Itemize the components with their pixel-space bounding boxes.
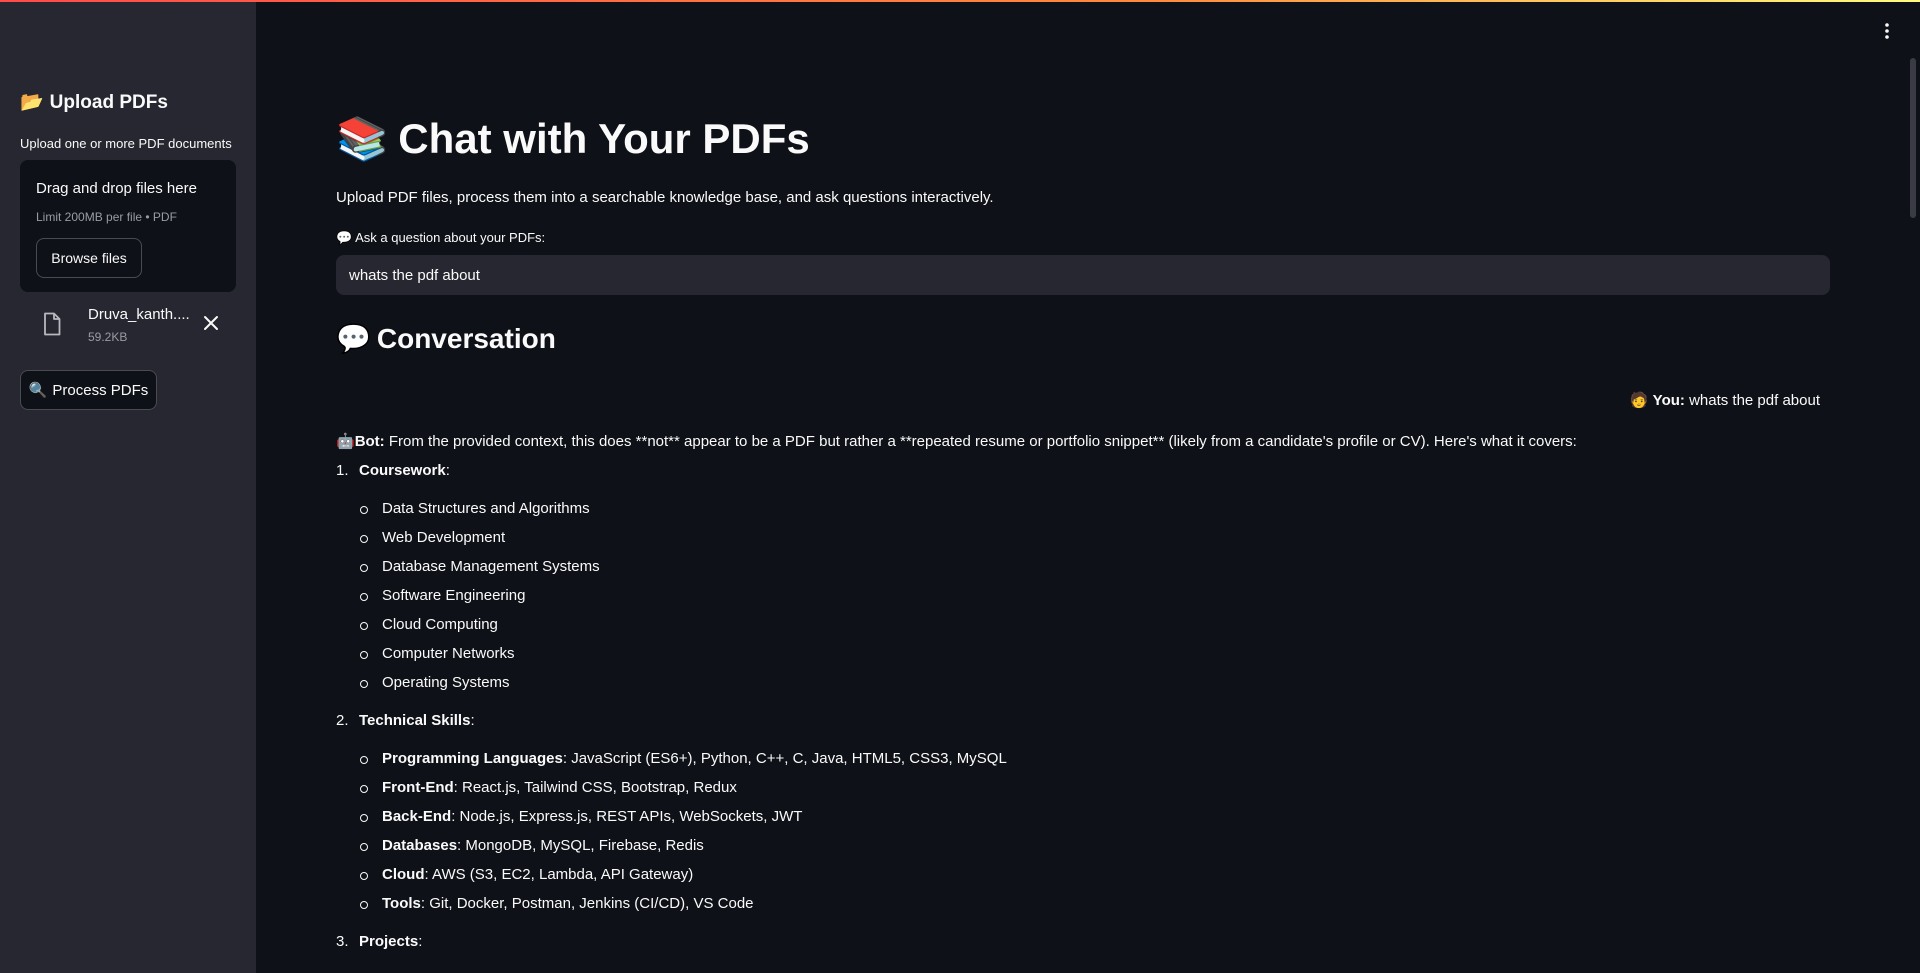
sidebar: 📂 Upload PDFs Upload one or more PDF docu… (0, 0, 256, 973)
magnifier-icon: 🔍 (28, 382, 48, 399)
bullet-text: : JavaScript (ES6+), Python, C++, C, Jav… (562, 750, 1007, 767)
question-input[interactable] (336, 255, 1830, 295)
bullet-text: Web Development (382, 529, 506, 546)
bot-label: Bot: (354, 433, 385, 450)
bullet-text: : React.js, Tailwind CSS, Bootstrap, Red… (453, 779, 737, 796)
bullet-item: Computer Networks (336, 644, 1830, 673)
main-menu-icon[interactable] (1880, 20, 1894, 42)
bot-intro: 🤖Bot: From the provided context, this do… (336, 432, 1830, 452)
close-icon[interactable] (200, 312, 222, 334)
bot-sections: 1. Coursework: Data Structures and Algorit… (336, 461, 1830, 973)
conversation-title: 💬 Conversation (336, 322, 556, 355)
bullet-item: Back-End: Node.js, Express.js, REST APIs… (336, 807, 1830, 836)
list-number: 1. (336, 462, 349, 479)
section-title: Coursework (359, 462, 446, 479)
process-pdfs-button[interactable]: 🔍 Process PDFs (20, 370, 157, 410)
section-title: Technical Skills (359, 712, 471, 729)
books-icon: 📚 (336, 115, 389, 162)
bullet-item: Databases: MongoDB, MySQL, Firebase, Red… (336, 836, 1830, 865)
bullet-label: Front-End (382, 779, 454, 796)
sidebar-title: 📂 Upload PDFs (20, 90, 168, 114)
bullet-text: : Git, Docker, Postman, Jenkins (CI/CD),… (420, 895, 754, 912)
uploaded-file-item: Druva_kanth.... 59.2KB (20, 300, 236, 348)
bullet-label: Tools (382, 895, 421, 912)
bot-message: 🤖Bot: From the provided context, this do… (336, 432, 1830, 973)
top-decoration-bar (0, 0, 1920, 2)
bullet-item: Web Development (336, 528, 1830, 557)
bullet-label: Databases (382, 837, 458, 854)
person-icon: 🧑 (1629, 392, 1649, 409)
file-dropzone[interactable]: Drag and drop files here Limit 200MB per… (20, 160, 236, 292)
user-message: 🧑 You: whats the pdf about (1630, 391, 1820, 409)
dropzone-limit: Limit 200MB per file • PDF (36, 210, 177, 224)
bullet-item: Programming Languages: JavaScript (ES6+)… (336, 749, 1830, 778)
process-pdfs-label: Process PDFs (52, 381, 149, 399)
bullet-text: : Node.js, Express.js, REST APIs, WebSoc… (451, 808, 803, 825)
file-name: Druva_kanth.... (88, 306, 190, 323)
list-number: 2. (336, 712, 349, 729)
bullet-item: Operating Systems (336, 673, 1830, 702)
bullet-text: Data Structures and Algorithms (382, 500, 590, 517)
bullet-text: : AWS (S3, EC2, Lambda, API Gateway) (424, 866, 694, 883)
speech-bubble-icon: 💬 (336, 323, 371, 354)
bullet-list: Data Structures and Algorithms Web Develo… (336, 499, 1830, 702)
bullet-text: Software Engineering (382, 587, 526, 604)
list-number: 3. (336, 933, 349, 950)
sidebar-title-text: Upload PDFs (49, 92, 168, 113)
page-title: 📚 Chat with Your PDFs (336, 115, 810, 164)
robot-icon: 🤖 (336, 433, 355, 450)
list-item: 2. Technical Skills: (336, 712, 475, 729)
list-item: 1. Coursework: (336, 462, 450, 479)
bot-intro-text: From the provided context, this does **n… (388, 433, 1577, 450)
bullet-text: Database Management Systems (382, 558, 600, 575)
bullet-item: Cloud: AWS (S3, EC2, Lambda, API Gateway… (336, 865, 1830, 894)
bullet-list: Programming Languages: JavaScript (ES6+)… (336, 749, 1830, 923)
user-message-text: whats the pdf about (1689, 392, 1820, 409)
bullet-text: : MongoDB, MySQL, Firebase, Redis (457, 837, 704, 854)
bullet-label: Back-End (382, 808, 452, 825)
page-title-text: Chat with Your PDFs (398, 115, 810, 162)
question-label-text: Ask a question about your PDFs: (355, 230, 546, 245)
folder-icon: 📂 (20, 92, 44, 113)
bullet-item: Database Management Systems (336, 557, 1830, 586)
bullet-item: Data Structures and Algorithms (336, 499, 1830, 528)
bullet-label: Cloud (382, 866, 425, 883)
user-label: You: (1652, 392, 1685, 409)
dropzone-title: Drag and drop files here (36, 180, 197, 197)
browse-files-button[interactable]: Browse files (36, 238, 142, 278)
speech-bubble-icon: 💬 (336, 230, 353, 245)
list-item: 3. Projects: (336, 933, 423, 950)
bullet-label: Programming Languages (382, 750, 563, 767)
bullet-item: Software Engineering (336, 586, 1830, 615)
page-subtitle: Upload PDF files, process them into a se… (336, 189, 994, 206)
question-label: 💬 Ask a question about your PDFs: (336, 230, 545, 246)
file-size: 59.2KB (88, 330, 128, 344)
scrollbar[interactable] (1910, 58, 1916, 218)
bullet-item: Front-End: React.js, Tailwind CSS, Boots… (336, 778, 1830, 807)
bullet-text: Cloud Computing (382, 616, 498, 633)
bullet-item: Cloud Computing (336, 615, 1830, 644)
file-icon (44, 312, 61, 336)
conversation-title-text: Conversation (376, 323, 556, 354)
section-title: Projects (359, 933, 419, 950)
bullet-item: Tools: Git, Docker, Postman, Jenkins (CI… (336, 894, 1830, 923)
uploader-label: Upload one or more PDF documents (20, 136, 232, 151)
bullet-text: Operating Systems (382, 674, 510, 691)
bullet-text: Computer Networks (382, 645, 515, 662)
